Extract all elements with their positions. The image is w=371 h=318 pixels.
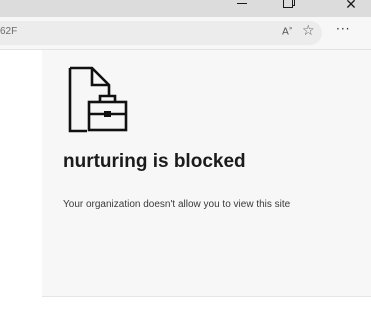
close-icon: ✕ bbox=[345, 0, 357, 13]
browser-toolbar: 62F A» ☆ ··· bbox=[0, 17, 371, 50]
close-button[interactable]: ✕ bbox=[331, 0, 371, 17]
window-titlebar: ✕ bbox=[0, 0, 371, 17]
blocked-document-briefcase-icon bbox=[68, 66, 128, 133]
star-icon[interactable]: ☆ bbox=[302, 23, 315, 39]
maximize-button[interactable] bbox=[268, 0, 308, 17]
address-bar-url: 62F bbox=[0, 26, 18, 37]
more-options-icon[interactable]: ··· bbox=[336, 22, 350, 36]
minimize-icon bbox=[237, 3, 247, 4]
page-title: nurturing is blocked bbox=[63, 151, 246, 172]
blocked-message: Your organization doesn't allow you to v… bbox=[63, 199, 291, 210]
page-content: nurturing is blocked Your organization d… bbox=[0, 50, 371, 318]
blocked-page-panel: nurturing is blocked Your organization d… bbox=[42, 50, 371, 297]
read-aloud-sup: » bbox=[288, 25, 293, 32]
read-aloud-label: A bbox=[282, 26, 289, 38]
address-bar[interactable]: 62F A» ☆ bbox=[0, 21, 322, 45]
maximize-icon bbox=[283, 0, 293, 8]
read-aloud-icon[interactable]: A» bbox=[282, 25, 293, 37]
minimize-button[interactable] bbox=[222, 0, 262, 17]
